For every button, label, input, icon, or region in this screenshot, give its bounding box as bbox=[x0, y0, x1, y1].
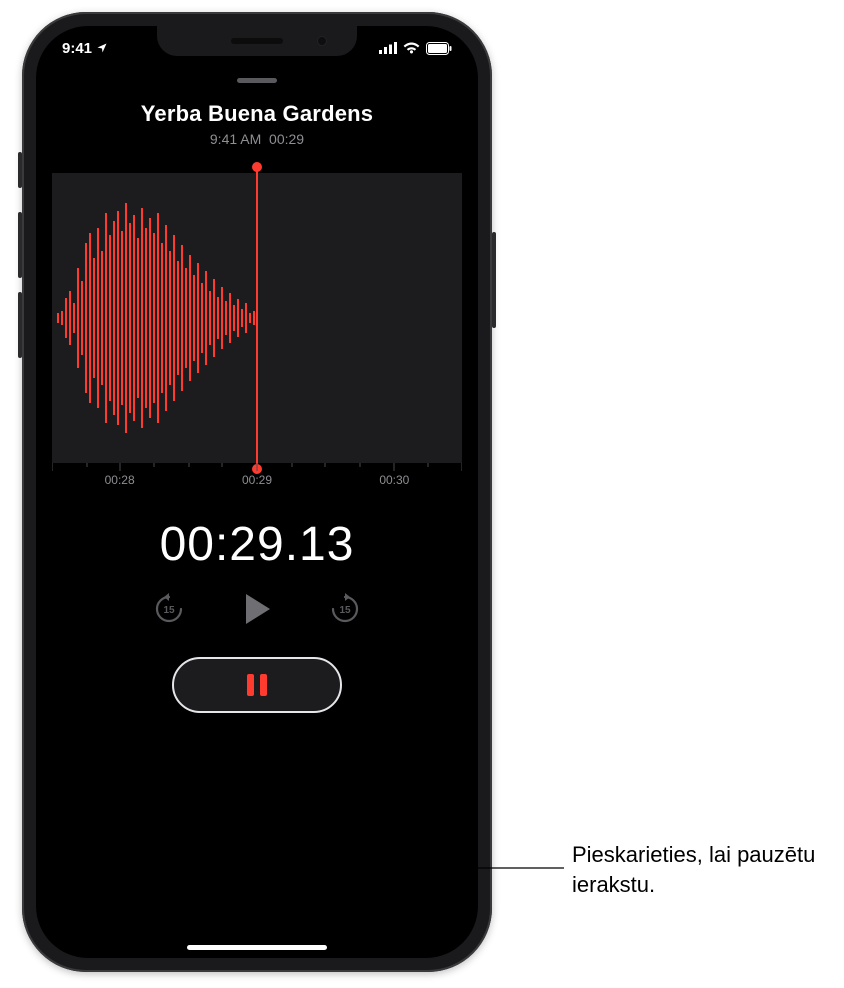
wifi-icon bbox=[403, 42, 420, 54]
callout-text: Pieskarieties, lai pauzētu ierakstu. bbox=[572, 840, 822, 899]
status-time: 9:41 bbox=[62, 40, 92, 57]
location-icon bbox=[96, 42, 108, 54]
front-camera bbox=[317, 36, 327, 46]
battery-icon bbox=[426, 42, 452, 55]
speaker-grille bbox=[231, 38, 283, 44]
cellular-icon bbox=[379, 42, 397, 54]
notch bbox=[157, 26, 357, 56]
